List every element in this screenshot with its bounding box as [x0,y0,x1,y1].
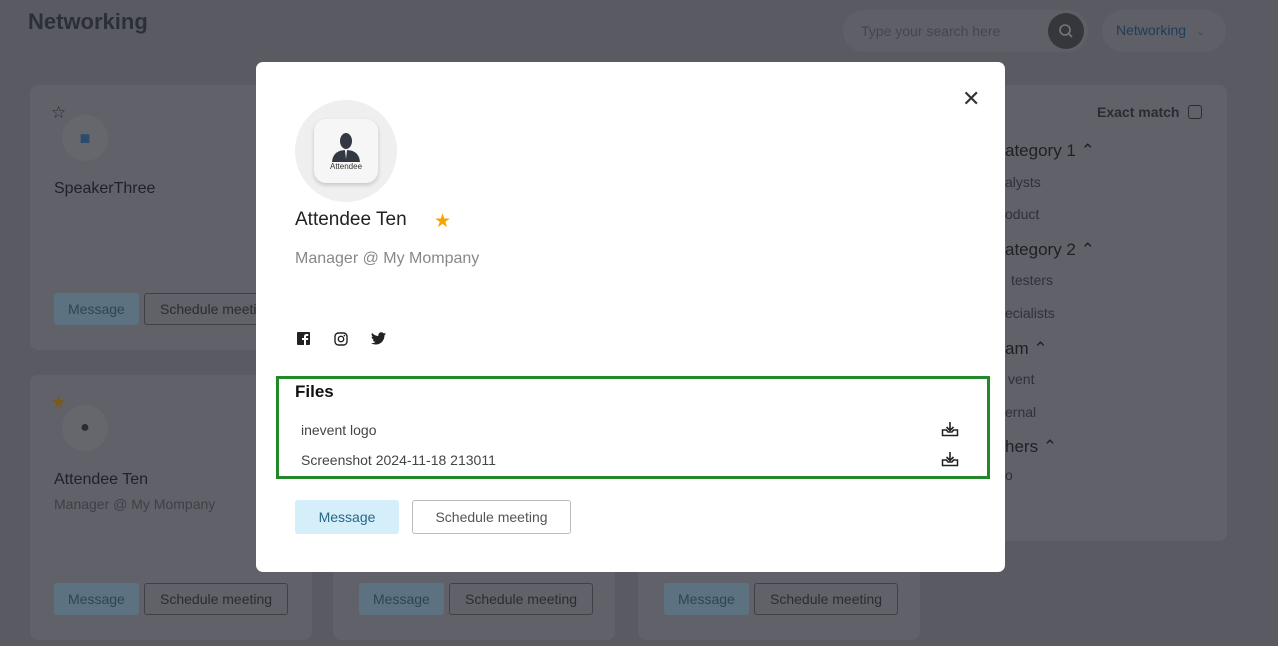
schedule-meeting-button[interactable]: Schedule meeting [144,583,289,615]
chevron-up-icon: ⌃ [1042,437,1058,456]
message-button[interactable]: Message [664,583,749,615]
avatar-label: Attendee [329,161,363,171]
schedule-meeting-button[interactable]: Schedule meeting [449,583,594,615]
attendee-modal: ✕ Attendee Attendee Ten ★ Manager @ My M… [256,62,1005,572]
files-title: Files [295,382,334,401]
filter-item[interactable]: testers [1011,272,1053,288]
filter-group[interactable]: ategory 2 ⌃ [1005,240,1095,260]
filter-item[interactable]: o [1005,467,1013,483]
profile-avatar: Attendee [295,100,397,202]
file-name[interactable]: Screenshot 2024-11-18 213011 [301,452,496,468]
chevron-up-icon: ⌃ [1080,240,1095,259]
schedule-meeting-button[interactable]: Schedule meeting [412,500,571,534]
files-section: Files inevent logo Screenshot 2024-11-18… [276,376,990,479]
page-title: Networking [28,9,148,34]
section-dropdown[interactable]: Networking ⌄ [1102,10,1226,52]
twitter-icon[interactable] [371,332,386,348]
message-button[interactable]: Message [295,500,399,534]
filter-item[interactable]: alysts [1005,174,1041,190]
message-button[interactable]: Message [54,293,139,325]
exact-match-label: Exact match [1097,104,1180,120]
chevron-up-icon: ⌃ [1033,339,1048,358]
star-filled-icon[interactable]: ★ [434,210,451,233]
instagram-icon[interactable] [334,332,348,349]
filter-item[interactable]: oduct [1005,206,1039,222]
search-input[interactable]: Type your search here [843,10,1088,52]
star-outline-icon[interactable]: ☆ [51,103,66,123]
filter-panel: Exact match ategory 1 ⌃ alysts oduct ate… [975,85,1227,541]
card-name: Attendee Ten [54,471,149,488]
filter-item[interactable]: ernal [1005,404,1036,420]
download-icon[interactable] [941,451,959,472]
avatar: ● [62,405,108,451]
dropdown-value: Networking [1116,22,1187,38]
search-button[interactable] [1048,13,1084,49]
filter-item[interactable]: ecialists [1005,305,1055,321]
chevron-up-icon: ⌃ [1080,141,1095,160]
speaker-icon: ■ [79,127,91,148]
facebook-icon[interactable] [297,332,310,348]
avatar: ■ [62,115,108,161]
search-icon [1059,24,1073,38]
exact-match-checkbox[interactable] [1188,105,1202,119]
card-name: SpeakerThree [54,180,156,197]
filter-group[interactable]: am ⌃ [1005,339,1048,359]
star-filled-icon[interactable]: ★ [51,393,66,413]
schedule-meeting-button[interactable]: Schedule meeting [754,583,899,615]
profile-name: Attendee Ten [295,209,407,230]
message-button[interactable]: Message [359,583,444,615]
person-icon: ● [80,419,90,436]
person-icon [332,132,360,162]
download-icon[interactable] [941,421,959,442]
file-name[interactable]: inevent logo [301,422,377,438]
search-placeholder: Type your search here [861,23,1001,39]
message-button[interactable]: Message [54,583,139,615]
profile-role: Manager @ My Mompany [295,250,480,267]
close-icon[interactable]: ✕ [962,86,980,112]
filter-item[interactable]: vent [1008,371,1034,387]
filter-group[interactable]: ategory 1 ⌃ [1005,141,1095,161]
card-subtitle: Manager @ My Mompany [54,496,216,512]
filter-group[interactable]: hers ⌃ [1005,437,1057,457]
chevron-down-icon: ⌄ [1196,26,1206,38]
